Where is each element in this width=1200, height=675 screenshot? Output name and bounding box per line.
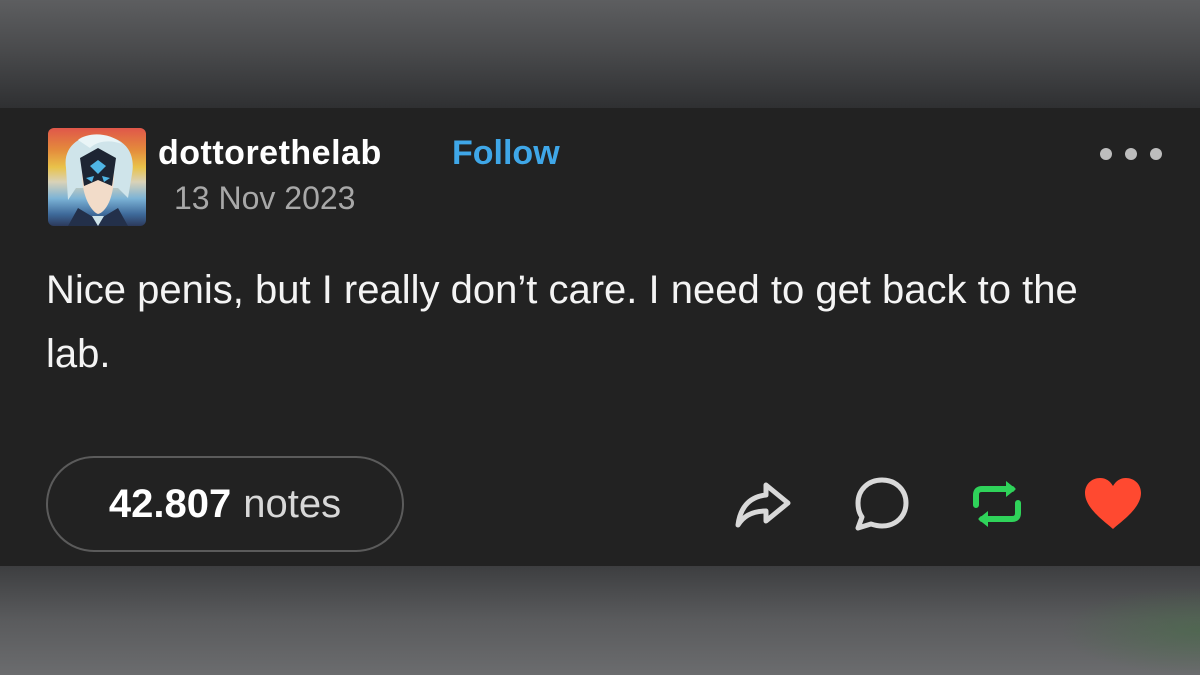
reply-button[interactable] — [850, 473, 912, 535]
reblog-button[interactable] — [966, 473, 1028, 535]
notes-button[interactable]: 42.807 notes — [46, 456, 404, 552]
more-dot — [1125, 148, 1137, 160]
blurred-backdrop-top — [0, 0, 1200, 108]
post-card: dottorethelab Follow 13 Nov 2023 Nice pe… — [0, 108, 1200, 566]
reply-icon — [855, 477, 909, 531]
more-dot — [1150, 148, 1162, 160]
username[interactable]: dottorethelab — [158, 134, 382, 173]
follow-button[interactable]: Follow — [452, 134, 560, 173]
blurred-backdrop-bottom — [0, 566, 1200, 675]
avatar[interactable] — [48, 128, 146, 226]
share-icon — [735, 482, 791, 528]
post-body: Nice penis, but I really don’t care. I n… — [46, 268, 1078, 376]
post-date: 13 Nov 2023 — [174, 180, 356, 216]
notes-label: notes — [243, 481, 342, 526]
more-dot — [1100, 148, 1112, 160]
like-icon — [1085, 478, 1141, 529]
notes-count: 42.807 — [108, 481, 232, 526]
share-button[interactable] — [732, 473, 794, 535]
more-options-icon[interactable] — [1100, 144, 1162, 164]
reblog-icon — [973, 481, 1021, 527]
like-button[interactable] — [1082, 473, 1144, 535]
